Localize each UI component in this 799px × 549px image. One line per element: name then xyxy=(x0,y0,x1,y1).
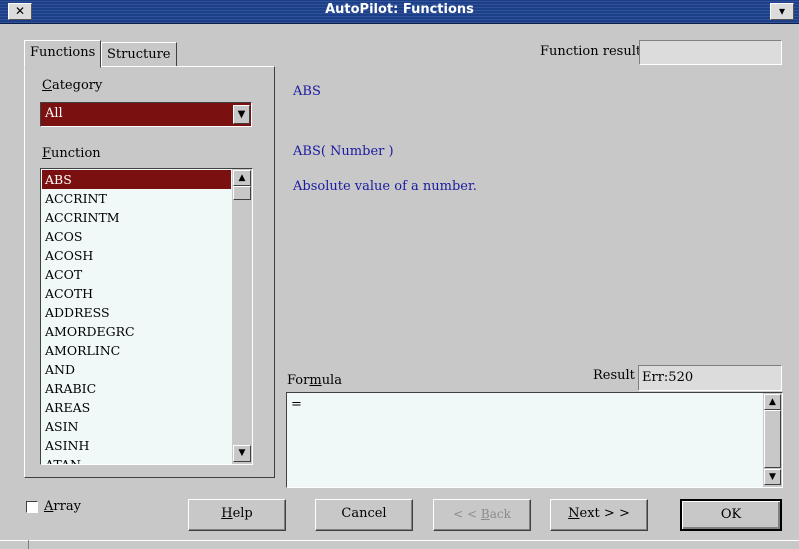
formula-scroll-down-icon[interactable]: ▼ xyxy=(764,469,781,485)
function-list-scrollbar[interactable]: ▲ ▼ xyxy=(232,169,252,464)
function-list[interactable]: ABS ACCRINT ACCRINTM ACOS ACOSH ACOT ACOTH ADDR… xyxy=(40,168,253,465)
formula-label: Formula xyxy=(287,373,342,388)
category-value: All xyxy=(45,106,63,121)
function-list-items: ABS ACCRINT ACCRINTM ACOS ACOSH ACOT ACOTH ADDR… xyxy=(42,170,231,464)
bottom-edge xyxy=(0,540,799,549)
function-list-item[interactable]: ASINH xyxy=(42,436,231,455)
next-button[interactable]: Next > > xyxy=(550,499,648,531)
function-list-item[interactable]: ABS xyxy=(42,170,231,189)
function-list-item[interactable]: ASIN xyxy=(42,417,231,436)
function-list-item[interactable]: ACOSH xyxy=(42,246,231,265)
back-button[interactable]: < < Back xyxy=(433,499,531,531)
scroll-up-icon[interactable]: ▲ xyxy=(233,170,251,186)
function-list-item[interactable]: ACCRINT xyxy=(42,189,231,208)
tab-functions[interactable]: Functions xyxy=(24,40,102,68)
bottom-divider xyxy=(28,540,29,549)
formula-scroll-thumb[interactable] xyxy=(764,410,781,468)
function-list-item[interactable]: AND xyxy=(42,360,231,379)
array-label[interactable]: Array xyxy=(44,499,81,514)
function-list-item[interactable]: ADDRESS xyxy=(42,303,231,322)
formula-text: = xyxy=(291,397,302,412)
function-list-item[interactable]: AMORDEGRC xyxy=(42,322,231,341)
category-label: Category xyxy=(42,78,103,93)
function-list-item[interactable]: ATAN xyxy=(42,455,231,464)
close-icon[interactable]: ✕ xyxy=(8,3,32,20)
ok-button[interactable]: OK xyxy=(680,499,782,531)
result-field: Err:520 xyxy=(638,365,782,391)
formula-editor[interactable]: = ▲ ▼ xyxy=(286,392,783,488)
function-list-item[interactable]: ACOTH xyxy=(42,284,231,303)
result-label: Result xyxy=(593,368,635,383)
function-name: ABS xyxy=(293,84,321,99)
function-list-item[interactable]: AREAS xyxy=(42,398,231,417)
cancel-button[interactable]: Cancel xyxy=(315,499,413,531)
formula-scrollbar[interactable]: ▲ ▼ xyxy=(763,393,782,487)
function-list-item[interactable]: AMORLINC xyxy=(42,341,231,360)
scroll-thumb[interactable] xyxy=(233,186,251,200)
category-select[interactable]: All ▼ xyxy=(40,102,252,127)
function-syntax: ABS( Number ) xyxy=(293,144,394,159)
scroll-down-icon[interactable]: ▼ xyxy=(233,445,251,462)
function-result-field xyxy=(639,40,782,65)
function-result-label: Function result xyxy=(540,44,642,59)
tab-structure[interactable]: Structure xyxy=(101,42,177,67)
array-checkbox[interactable] xyxy=(26,501,38,513)
function-list-item[interactable]: ACOS xyxy=(42,227,231,246)
formula-scroll-up-icon[interactable]: ▲ xyxy=(764,394,781,410)
function-list-item[interactable]: ARABIC xyxy=(42,379,231,398)
window-title: AutoPilot: Functions xyxy=(325,2,474,17)
function-list-item[interactable]: ACOT xyxy=(42,265,231,284)
function-list-item[interactable]: ACCRINTM xyxy=(42,208,231,227)
function-description: Absolute value of a number. xyxy=(293,179,477,194)
dropdown-arrow-icon[interactable]: ▼ xyxy=(233,105,250,124)
function-label: Function xyxy=(42,146,101,161)
window-menu-icon[interactable]: ▾ xyxy=(770,3,794,20)
help-button[interactable]: Help xyxy=(188,499,286,531)
